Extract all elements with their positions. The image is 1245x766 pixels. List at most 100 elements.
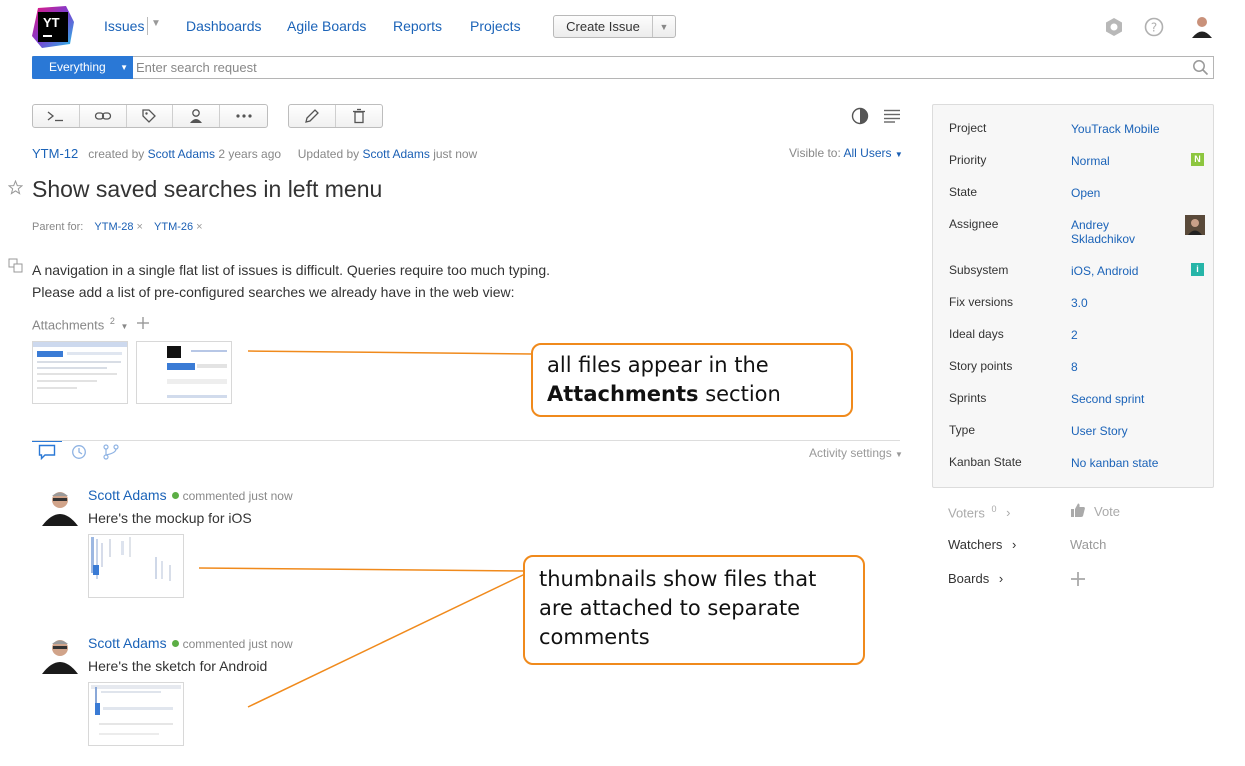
avatar[interactable]	[40, 634, 80, 674]
delete-button[interactable]	[336, 105, 383, 127]
comment-text: Here's the mockup for iOS	[88, 510, 252, 526]
search-context-label: Everything	[49, 60, 106, 74]
nav-dashboards[interactable]: Dashboards	[186, 18, 262, 34]
assign-button[interactable]	[173, 105, 221, 127]
create-issue-dropdown-icon[interactable]: ▼	[653, 22, 675, 32]
updated-ago: just now	[433, 147, 478, 161]
field-name: Fix versions	[949, 295, 1014, 309]
issue-meta: YTM-12 created by Scott Adams 2 years ag…	[32, 146, 477, 161]
comment-author[interactable]: Scott Adams	[88, 487, 167, 503]
chevron-right-icon: ›	[1012, 537, 1017, 552]
nav-separator	[147, 17, 148, 35]
pencil-icon	[304, 109, 319, 123]
attachments-label: Attachments	[32, 317, 105, 333]
priority-badge: N	[1191, 153, 1204, 166]
field-name: State	[949, 185, 978, 199]
help-icon[interactable]: ?	[1143, 16, 1165, 38]
user-avatar[interactable]	[1190, 14, 1214, 38]
field-name: Project	[949, 121, 987, 135]
nav-issues[interactable]: Issues	[104, 18, 144, 34]
tag-button[interactable]	[127, 105, 174, 127]
boards-toggle[interactable]: Boards ›	[948, 571, 1003, 586]
issue-id[interactable]: YTM-12	[32, 146, 78, 161]
create-issue-button[interactable]: Create Issue ▼	[553, 15, 676, 38]
voters-count: 0	[991, 504, 997, 514]
comments-tab-icon[interactable]	[38, 444, 56, 463]
youtrack-logo[interactable]: YT	[32, 6, 74, 48]
more-button[interactable]	[220, 105, 267, 127]
avatar[interactable]	[40, 486, 80, 526]
comment-attachment-thumbnail[interactable]	[88, 534, 184, 598]
field-value-priority[interactable]: Normal	[1071, 154, 1110, 168]
vcs-changes-tab-icon[interactable]	[102, 444, 120, 463]
thumbs-up-icon[interactable]	[1070, 502, 1086, 521]
parent-link[interactable]: YTM-26	[154, 221, 193, 233]
field-name: Story points	[949, 359, 1013, 373]
copy-description-icon[interactable]	[8, 258, 23, 276]
vote-button[interactable]: Vote	[1094, 504, 1120, 519]
nav-projects[interactable]: Projects	[470, 18, 521, 34]
visible-to-selector[interactable]: All Users	[843, 146, 891, 160]
list-view-icon[interactable]	[883, 109, 901, 126]
field-value-subsystem[interactable]: iOS, Android	[1071, 264, 1138, 278]
field-name: Priority	[949, 153, 987, 167]
attachment-thumbnail[interactable]	[136, 341, 232, 404]
creator-link[interactable]: Scott Adams	[148, 147, 215, 161]
chevron-right-icon: ›	[998, 571, 1004, 586]
watch-button[interactable]: Watch	[1070, 537, 1106, 552]
chevron-down-icon[interactable]: ▼	[895, 150, 903, 159]
field-value-fix-versions[interactable]: 3.0	[1071, 296, 1088, 310]
tag-icon	[142, 109, 157, 123]
field-value-story-points[interactable]: 8	[1071, 360, 1078, 374]
comment-attachment-thumbnail[interactable]	[88, 682, 184, 746]
callout-rest: section	[698, 382, 781, 406]
remove-link-icon[interactable]: ×	[196, 221, 202, 233]
nav-agile-boards[interactable]: Agile Boards	[287, 18, 366, 34]
history-tab-icon[interactable]	[71, 444, 87, 463]
updater-link[interactable]: Scott Adams	[362, 147, 429, 161]
field-value-kanban-state[interactable]: No kanban state	[1071, 456, 1158, 470]
thumbnails-callout: thumbnails show files that are attached …	[523, 555, 865, 665]
chevron-right-icon: ›	[1006, 505, 1011, 521]
attachment-thumbnail[interactable]	[32, 341, 128, 404]
activity-settings[interactable]: Activity settings ▼	[809, 446, 903, 460]
description-line: Please add a list of pre-configured sear…	[32, 284, 515, 300]
contrast-toggle-icon[interactable]	[851, 107, 869, 128]
visibility: Visible to: All Users ▼	[789, 146, 903, 160]
voters-toggle[interactable]: Voters 0 ›	[948, 504, 1010, 520]
attachments-count: 2	[109, 316, 115, 326]
field-value-assignee[interactable]: Andrey Skladchikov	[1071, 218, 1151, 246]
chevron-down-icon: ▼	[895, 450, 903, 459]
attachments-header[interactable]: Attachments 2 ▼	[32, 316, 128, 332]
remove-link-icon[interactable]: ×	[137, 221, 143, 233]
comment-meta: commented just now	[182, 637, 293, 651]
created-by-prefix: created by	[88, 147, 145, 161]
add-to-board-icon[interactable]	[1070, 571, 1086, 590]
parent-label: Parent for:	[32, 221, 84, 233]
nav-reports[interactable]: Reports	[393, 18, 442, 34]
issues-dropdown-icon[interactable]: ▼	[151, 18, 161, 29]
add-attachment-icon[interactable]	[136, 316, 150, 333]
field-value-sprints[interactable]: Second sprint	[1071, 392, 1144, 406]
issue-title: Show saved searches in left menu	[32, 176, 383, 202]
visible-to-label: Visible to:	[789, 146, 841, 160]
field-value-type[interactable]: User Story	[1071, 424, 1128, 438]
search-icon[interactable]	[1192, 59, 1209, 79]
star-icon[interactable]	[7, 179, 24, 198]
edit-button[interactable]	[289, 105, 336, 127]
search-context-button[interactable]: Everything ▼	[32, 56, 133, 79]
search-input[interactable]	[136, 57, 1186, 78]
link-button[interactable]	[80, 105, 127, 127]
field-value-project[interactable]: YouTrack Mobile	[1071, 122, 1160, 136]
online-indicator	[171, 492, 179, 499]
settings-gear-icon[interactable]	[1103, 16, 1125, 38]
chevron-down-icon[interactable]: ▼	[121, 322, 129, 331]
parent-link[interactable]: YTM-28	[94, 221, 133, 233]
watchers-toggle[interactable]: Watchers ›	[948, 537, 1016, 552]
field-value-ideal-days[interactable]: 2	[1071, 328, 1078, 342]
comment-author[interactable]: Scott Adams	[88, 635, 167, 651]
link-icon	[94, 112, 111, 120]
command-button[interactable]	[33, 105, 80, 127]
field-name: Subsystem	[949, 263, 1009, 277]
field-value-state[interactable]: Open	[1071, 186, 1100, 200]
